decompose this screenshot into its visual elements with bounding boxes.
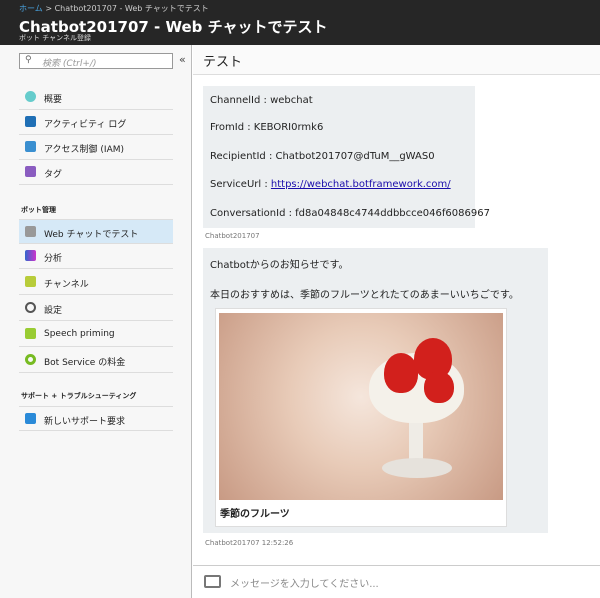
sidebar-item-label: Web チャットでテスト [44, 230, 139, 240]
sidebar-item-settings[interactable]: 設定 [19, 296, 173, 321]
from-id: FromId : KEBORI0rmk6 [210, 122, 324, 133]
support-icon [25, 413, 36, 424]
analytics-icon [25, 250, 36, 261]
main-panel: テスト ChannelId : webchat FromId : KEBORI0… [193, 45, 600, 598]
sidebar-item-label: チャンネル [44, 280, 89, 290]
sidebar-item-pricing[interactable]: Bot Service の料金 [19, 348, 173, 373]
message-input[interactable]: メッセージを入力してください... [193, 565, 600, 598]
sidebar-item-label: アクセス制御 (IAM) [44, 145, 125, 155]
card-caption: 季節のフルーツ [220, 509, 290, 520]
sidebar-item-tags[interactable]: タグ [19, 160, 173, 185]
web-chat-icon [25, 226, 36, 237]
sidebar-item-web-chat-test[interactable]: Web チャットでテスト [19, 219, 173, 244]
header: ホーム > Chatbot201707 - Web チャットでテスト Chatb… [0, 0, 600, 45]
sidebar: ⚲ 検索 (Ctrl+/) « 概要 アクティビティ ログ アクセス制御 (IAM… [0, 45, 192, 598]
channel-id: ChannelId : webchat [210, 95, 313, 106]
hero-card[interactable]: 季節のフルーツ [215, 308, 507, 527]
activity-log-icon [25, 116, 36, 127]
message-line: Chatbotからのお知らせです。 [210, 260, 349, 271]
conversation-id: ConversationId : fd8a04848c4744ddbbcce04… [210, 208, 490, 219]
search-input[interactable]: ⚲ 検索 (Ctrl+/) [19, 53, 173, 69]
breadcrumb: ホーム > Chatbot201707 - Web チャットでテスト [19, 3, 209, 14]
card-image [219, 313, 503, 500]
sidebar-item-label: Bot Service の料金 [44, 358, 126, 368]
sidebar-item-label: 新しいサポート要求 [44, 417, 126, 427]
sidebar-item-analytics[interactable]: 分析 [19, 244, 173, 269]
search-placeholder: 検索 (Ctrl+/) [42, 59, 97, 69]
pricing-icon [25, 354, 36, 365]
message-sender: Chatbot201707 [205, 232, 260, 240]
sidebar-item-speech-priming[interactable]: Speech priming [19, 322, 173, 347]
image-upload-icon[interactable] [204, 575, 221, 588]
channels-icon [25, 276, 36, 287]
section-support: サポート + トラブルシューティング [21, 392, 137, 400]
tag-icon [25, 166, 36, 177]
breadcrumb-current: Chatbot201707 - Web チャットでテスト [54, 4, 209, 13]
sidebar-item-channels[interactable]: チャンネル [19, 270, 173, 295]
gear-icon [25, 302, 36, 313]
search-icon: ⚲ [25, 55, 32, 65]
collapse-sidebar-button[interactable]: « [179, 53, 186, 66]
sidebar-item-label: 分析 [44, 254, 63, 264]
sidebar-item-new-support-request[interactable]: 新しいサポート要求 [19, 406, 173, 431]
sidebar-item-iam[interactable]: アクセス制御 (IAM) [19, 135, 173, 160]
message-sender: Chatbot201707 12:52:26 [205, 539, 294, 547]
sidebar-item-overview[interactable]: 概要 [19, 85, 173, 110]
message-bubble: ChannelId : webchat FromId : KEBORI0rmk6… [203, 86, 490, 228]
service-url-label: ServiceUrl : [210, 179, 271, 190]
panel-title: テスト [193, 45, 600, 75]
message-line: 本日のおすすめは、季節のフルーツとれたてのあまーいいちごです。 [210, 290, 519, 301]
recipient-id: RecipientId : Chatbot201707@dTuM__gWAS0 [210, 151, 435, 162]
breadcrumb-home[interactable]: ホーム [19, 4, 43, 13]
breadcrumb-sep: > [45, 4, 53, 13]
microphone-icon [25, 328, 36, 339]
input-placeholder: メッセージを入力してください... [230, 579, 379, 590]
sidebar-item-label: Speech priming [44, 329, 115, 339]
overview-icon [25, 91, 36, 102]
sidebar-item-label: タグ [44, 170, 63, 180]
sidebar-item-activity-log[interactable]: アクティビティ ログ [19, 110, 173, 135]
sidebar-item-label: 設定 [44, 306, 63, 316]
sidebar-item-label: アクティビティ ログ [44, 120, 127, 130]
message-bubble: Chatbotからのお知らせです。 本日のおすすめは、季節のフルーツとれたてのあ… [203, 248, 548, 533]
sidebar-item-label: 概要 [44, 95, 63, 105]
section-bot-management: ボット管理 [21, 206, 56, 214]
service-url-link[interactable]: https://webchat.botframework.com/ [271, 179, 451, 190]
page-subtitle: ボット チャンネル登録 [19, 34, 92, 42]
users-icon [25, 141, 36, 152]
